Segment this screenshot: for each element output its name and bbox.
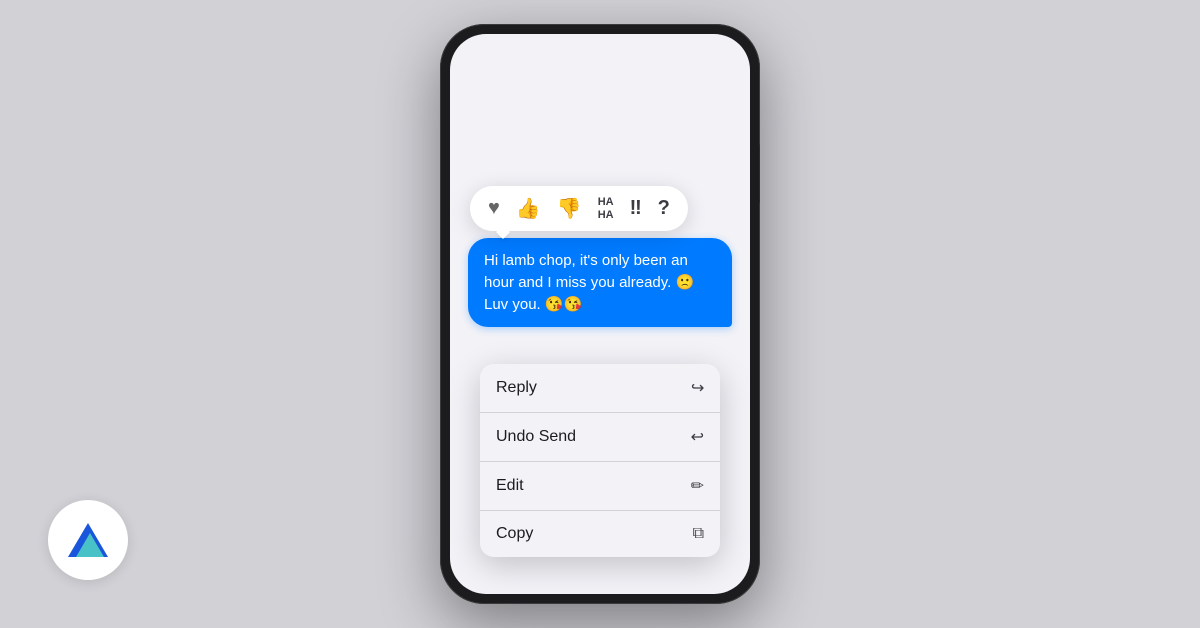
- edit-icon: ✏: [691, 476, 704, 496]
- power-button: [759, 144, 760, 204]
- menu-item-reply[interactable]: Reply ↩: [480, 364, 720, 413]
- logo-icon: [66, 521, 110, 559]
- phone-frame: ♥ 👍 👎 HAHA ‼ ? Hi lamb chop, it's only b…: [440, 24, 760, 604]
- menu-item-copy-label: Copy: [496, 525, 533, 543]
- message-bubble-area: Hi lamb chop, it's only been an hour and…: [468, 238, 732, 327]
- reply-icon: ↩: [691, 378, 704, 398]
- menu-item-undo-send[interactable]: Undo Send ↩: [480, 413, 720, 462]
- menu-item-edit-label: Edit: [496, 477, 524, 495]
- context-menu: Reply ↩ Undo Send ↩ Edit ✏ Copy ⧉: [480, 364, 720, 557]
- menu-item-undo-send-label: Undo Send: [496, 428, 576, 446]
- undo-send-icon: ↩: [691, 427, 704, 447]
- reaction-thumbsup-icon[interactable]: 👍: [516, 196, 541, 221]
- reaction-thumbsdown-icon[interactable]: 👎: [557, 196, 582, 221]
- menu-item-edit[interactable]: Edit ✏: [480, 462, 720, 511]
- menu-item-reply-label: Reply: [496, 379, 537, 397]
- phone-screen: ♥ 👍 👎 HAHA ‼ ? Hi lamb chop, it's only b…: [450, 34, 750, 594]
- message-text: Hi lamb chop, it's only been an hour and…: [484, 252, 694, 313]
- app-logo: [48, 500, 128, 580]
- reaction-pill: ♥ 👍 👎 HAHA ‼ ?: [470, 186, 688, 231]
- menu-item-copy[interactable]: Copy ⧉: [480, 511, 720, 557]
- reaction-question-icon[interactable]: ?: [658, 197, 670, 220]
- reaction-bar: ♥ 👍 👎 HAHA ‼ ?: [470, 186, 730, 231]
- reaction-haha-icon[interactable]: HAHA: [598, 196, 614, 220]
- copy-icon: ⧉: [693, 525, 704, 543]
- reaction-emphasize-icon[interactable]: ‼: [630, 197, 642, 220]
- message-bubble: Hi lamb chop, it's only been an hour and…: [468, 238, 732, 327]
- reaction-heart-icon[interactable]: ♥: [488, 197, 500, 220]
